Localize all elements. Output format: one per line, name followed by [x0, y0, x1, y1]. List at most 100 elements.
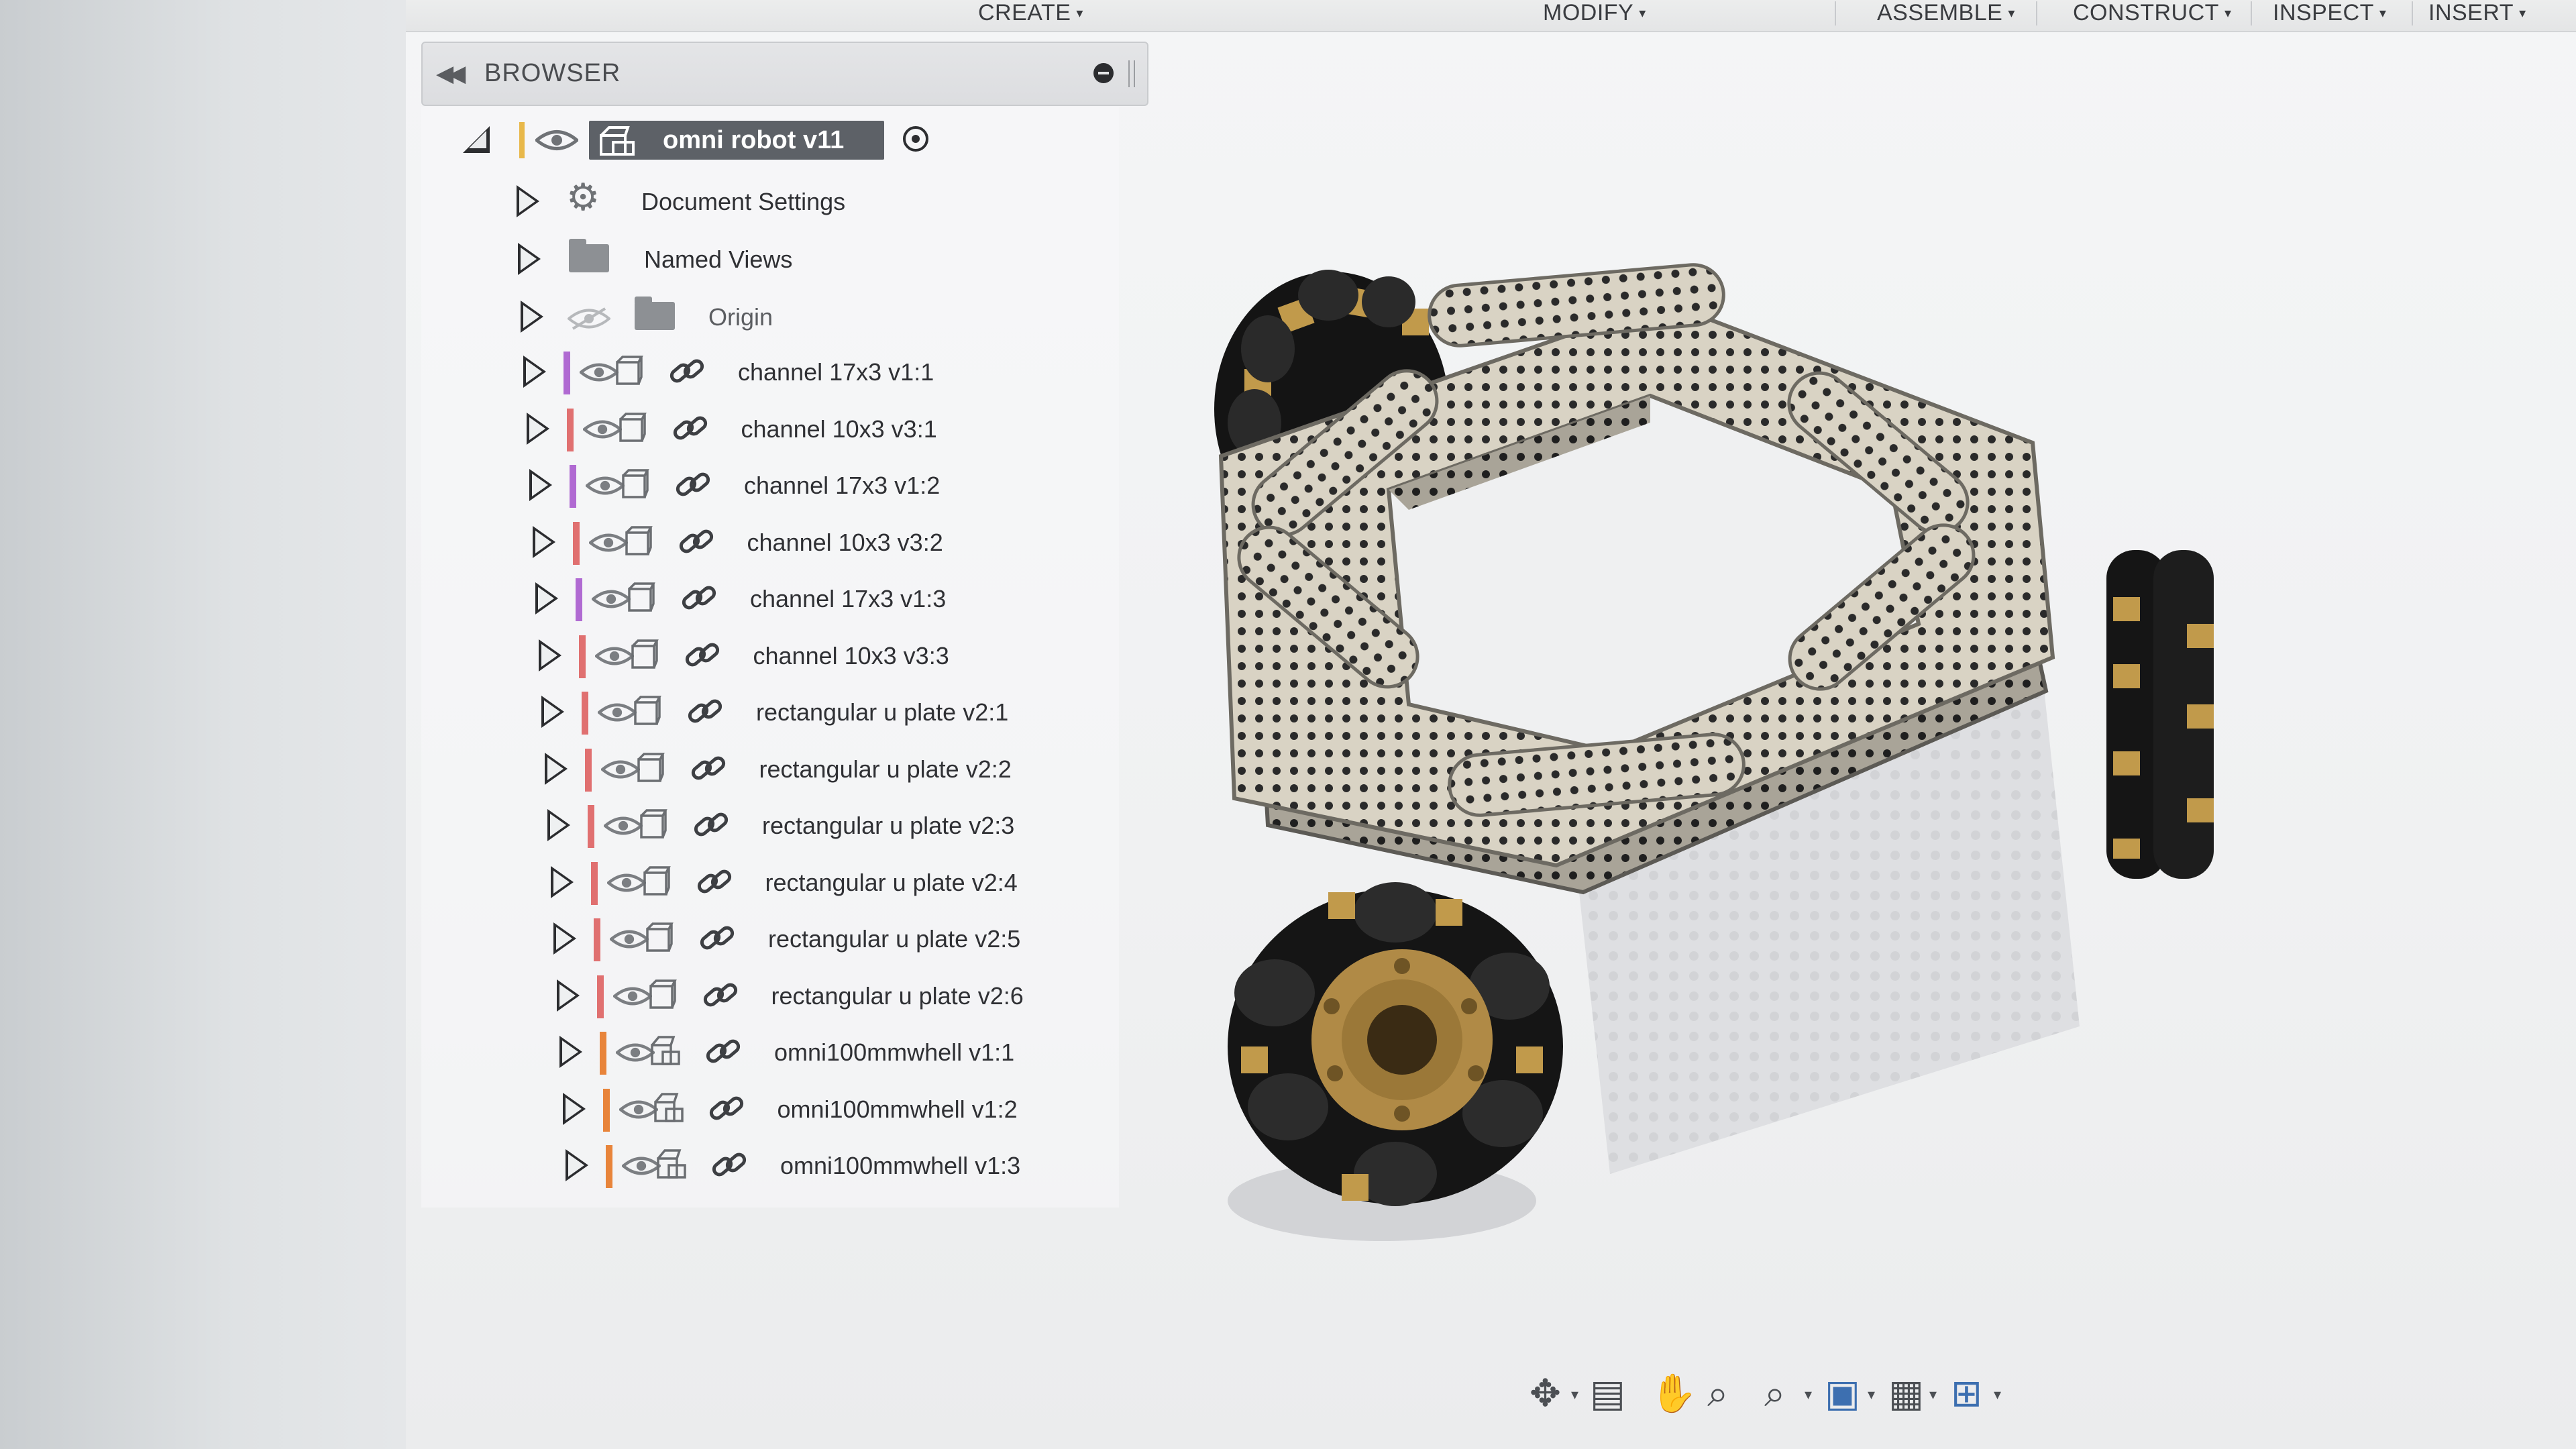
- link-icon: [700, 926, 735, 950]
- tree-item-named-views[interactable]: Named Views: [518, 231, 1189, 284]
- tree-item-body[interactable]: rectangular u plate v2:5: [553, 910, 1224, 964]
- color-bar: [606, 1145, 612, 1188]
- collapsed-triangle-icon[interactable]: [526, 412, 549, 445]
- tree-item-label: omni100mmwhell v1:2: [777, 1095, 1018, 1123]
- menu-construct[interactable]: CONSTRUCT ▾: [2073, 0, 2231, 26]
- tree-item-body[interactable]: rectangular u plate v2:3: [547, 797, 1218, 851]
- collapsed-triangle-icon[interactable]: [541, 696, 564, 728]
- tree-item-body[interactable]: channel 10x3 v3:2: [532, 514, 1203, 568]
- expanded-triangle-icon[interactable]: [463, 126, 490, 153]
- collapsed-triangle-icon[interactable]: [529, 469, 552, 501]
- tree-item-body[interactable]: rectangular u plate v2:1: [541, 684, 1212, 737]
- tree-item-body[interactable]: channel 17x3 v1:3: [535, 570, 1206, 624]
- menu-insert[interactable]: INSERT ▾: [2428, 0, 2526, 26]
- orbit-icon[interactable]: ✥: [1529, 1371, 1561, 1415]
- collapsed-triangle-icon[interactable]: [547, 809, 570, 841]
- tree-item-component[interactable]: omni100mmwhell v1:2: [562, 1081, 1234, 1134]
- tree-item-component[interactable]: omni100mmwhell v1:1: [559, 1024, 1230, 1077]
- color-bar: [564, 352, 570, 394]
- tree-item-origin[interactable]: Origin: [521, 288, 1191, 342]
- link-icon: [712, 1152, 747, 1177]
- color-bar: [576, 578, 582, 621]
- collapsed-triangle-icon[interactable]: [532, 525, 555, 558]
- double-chevron-left-icon[interactable]: ◀◀: [436, 60, 466, 87]
- color-bar: [596, 975, 604, 1018]
- activate-radio-icon[interactable]: [903, 126, 928, 152]
- pan-hand-icon[interactable]: ✋: [1650, 1371, 1697, 1415]
- tree-item-body[interactable]: rectangular u plate v2:4: [550, 854, 1222, 908]
- chevron-down-icon[interactable]: ▾: [1994, 1386, 2001, 1403]
- tree-item-body[interactable]: rectangular u plate v2:6: [556, 967, 1228, 1021]
- folder-icon: [569, 239, 609, 272]
- chevron-down-icon[interactable]: ▾: [1571, 1386, 1578, 1403]
- color-bar: [584, 748, 592, 792]
- resize-grip-icon[interactable]: [1128, 60, 1135, 87]
- component-icon: [651, 1036, 680, 1065]
- collapsed-triangle-icon[interactable]: [535, 582, 558, 614]
- grid-icon[interactable]: ▦: [1888, 1371, 1924, 1415]
- tree-item-document-settings[interactable]: ⚙ Document Settings: [517, 173, 1187, 227]
- eye-icon[interactable]: [535, 127, 578, 153]
- collapsed-triangle-icon[interactable]: [521, 301, 543, 333]
- link-icon: [673, 416, 707, 439]
- menu-inspect-label: INSPECT: [2273, 0, 2374, 25]
- omni-wheel-front[interactable]: [1228, 882, 1563, 1206]
- menu-modify[interactable]: MODIFY ▾: [1543, 0, 1646, 26]
- tree-item-body[interactable]: channel 10x3 v3:1: [526, 400, 1197, 454]
- tree-item-label: rectangular u plate v2:1: [756, 698, 1009, 726]
- eye-hidden-icon[interactable]: [568, 306, 610, 331]
- link-icon: [669, 359, 704, 383]
- body-icon: [631, 639, 659, 669]
- omni-wheel-right[interactable]: [2106, 550, 2214, 879]
- toolbar: CREATE ▾ MODIFY ▾ ASSEMBLE ▾ CONSTRUCT ▾…: [406, 0, 2576, 32]
- collapsed-triangle-icon[interactable]: [523, 356, 546, 388]
- zoom-icon[interactable]: ⌕: [1707, 1371, 1728, 1416]
- collapsed-triangle-icon[interactable]: [562, 1092, 586, 1125]
- root-color-bar: [519, 122, 525, 158]
- tree-item-body[interactable]: channel 17x3 v1:2: [529, 457, 1200, 511]
- collapsed-triangle-icon[interactable]: [559, 1036, 582, 1068]
- root-component-label: omni robot v11: [663, 126, 845, 154]
- collapsed-triangle-icon[interactable]: [550, 865, 574, 898]
- link-icon: [703, 983, 737, 1006]
- look-at-icon[interactable]: ▤: [1590, 1371, 1625, 1415]
- monitor-bezel: [0, 0, 429, 1449]
- collapse-pin-icon[interactable]: [1093, 63, 1114, 83]
- tree-item-body[interactable]: channel 10x3 v3:3: [538, 627, 1210, 681]
- chevron-down-icon[interactable]: ▾: [1805, 1386, 1812, 1403]
- navigation-bar: ✥ ▾ ▤ ✋ ⌕ ⌕ ▾ ▣ ▾ ▦ ▾ ⊞ ▾: [1516, 1362, 2039, 1424]
- color-bar: [566, 408, 574, 451]
- body-icon: [643, 865, 671, 896]
- collapsed-triangle-icon[interactable]: [544, 752, 568, 785]
- root-component-row[interactable]: omni robot v11: [463, 115, 973, 162]
- tree-item-label: Named Views: [644, 246, 793, 273]
- collapsed-triangle-icon[interactable]: [518, 243, 541, 275]
- menu-create[interactable]: CREATE ▾: [978, 0, 1083, 26]
- collapsed-triangle-icon[interactable]: [517, 185, 539, 217]
- link-icon: [694, 812, 729, 837]
- tree-item-label: channel 10x3 v3:3: [753, 641, 949, 669]
- collapsed-triangle-icon[interactable]: [556, 979, 580, 1012]
- menu-insert-label: INSERT: [2428, 0, 2514, 25]
- collapsed-triangle-icon[interactable]: [538, 639, 561, 672]
- fit-icon[interactable]: ⌕: [1764, 1371, 1785, 1416]
- collapsed-triangle-icon[interactable]: [566, 1149, 588, 1181]
- color-bar: [578, 635, 586, 678]
- collapsed-triangle-icon[interactable]: [553, 922, 576, 955]
- component-icon: [600, 126, 635, 156]
- link-icon: [676, 472, 710, 496]
- link-icon: [697, 869, 731, 893]
- tree-item-label: Document Settings: [641, 188, 846, 215]
- tree-item-component[interactable]: omni100mmwhell v1:3: [566, 1137, 1236, 1191]
- link-icon: [685, 643, 719, 666]
- chevron-down-icon[interactable]: ▾: [1929, 1386, 1937, 1403]
- tree-item-body[interactable]: rectangular u plate v2:2: [544, 741, 1216, 794]
- menu-inspect[interactable]: INSPECT ▾: [2273, 0, 2386, 26]
- display-settings-icon[interactable]: ▣: [1825, 1371, 1860, 1415]
- menu-assemble[interactable]: ASSEMBLE ▾: [1877, 0, 2015, 26]
- model-viewport[interactable]: [1181, 221, 2294, 1268]
- root-component-label-box[interactable]: omni robot v11: [589, 121, 884, 160]
- tree-item-body[interactable]: channel 17x3 v1:1: [523, 343, 1194, 397]
- viewports-icon[interactable]: ⊞: [1951, 1371, 1982, 1415]
- chevron-down-icon[interactable]: ▾: [1868, 1386, 1875, 1403]
